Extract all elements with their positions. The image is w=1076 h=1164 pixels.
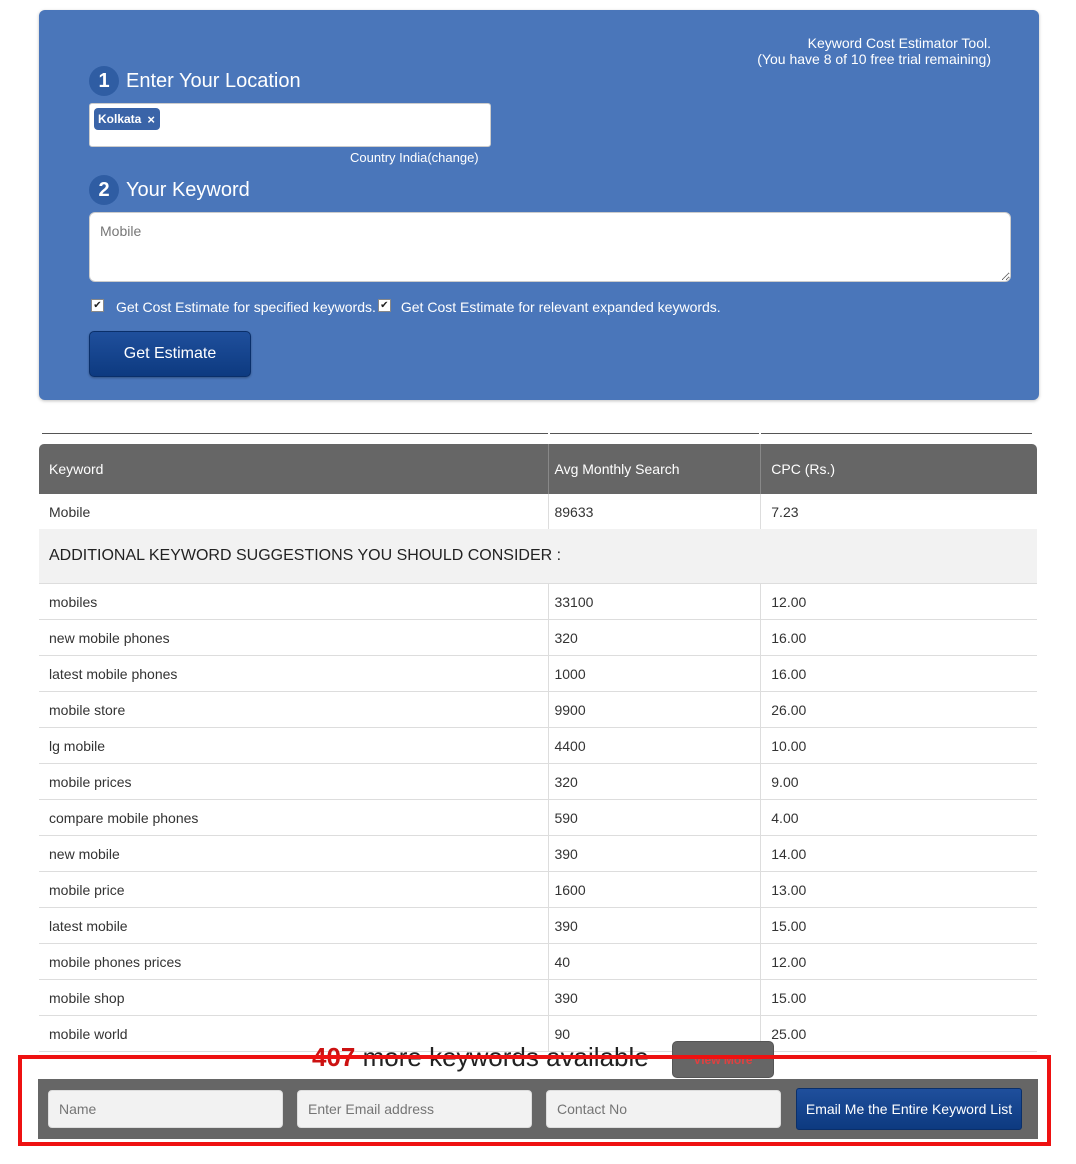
country-selector: Country India(change) bbox=[350, 150, 479, 165]
cell-cpc: 16.00 bbox=[771, 665, 807, 682]
cell-cpc: 14.00 bbox=[771, 845, 807, 862]
cell-keyword: Mobile bbox=[39, 494, 550, 529]
cell-search: 1600 bbox=[549, 872, 762, 907]
contact-input[interactable] bbox=[546, 1090, 781, 1128]
header-avg-monthly-search: Avg Monthly Search bbox=[549, 444, 762, 494]
country-label: Country India bbox=[350, 150, 428, 165]
table-row: mobile phones prices 40 12.00 bbox=[39, 944, 1037, 980]
suggestion-rows: mobiles 33100 12.00 new mobile phones 320 16.… bbox=[39, 584, 1037, 1052]
location-tag: Kolkata × bbox=[94, 108, 160, 130]
cell-keyword: mobile phones prices bbox=[39, 944, 550, 979]
trial-remaining: (You have 8 of 10 free trial remaining) bbox=[757, 51, 991, 67]
step-number-1: 1 bbox=[89, 66, 119, 96]
cell-keyword: mobile price bbox=[39, 872, 550, 907]
divider-line bbox=[42, 433, 548, 434]
specified-keywords-label: Get Cost Estimate for specified keywords… bbox=[116, 299, 376, 315]
table-row: mobile store 9900 26.00 bbox=[39, 692, 1037, 728]
cell-cpc: 15.00 bbox=[771, 989, 807, 1006]
cell-cpc: 4.00 bbox=[771, 809, 799, 826]
header-cpc: CPC (Rs.) bbox=[771, 461, 836, 477]
results-table: Keyword Avg Monthly Search CPC (Rs.) Mob… bbox=[39, 444, 1037, 1052]
cell-cpc: 26.00 bbox=[771, 701, 807, 718]
cell-search: 390 bbox=[549, 980, 762, 1015]
keyword-input[interactable]: Mobile bbox=[89, 212, 1011, 282]
location-tag-label: Kolkata bbox=[98, 112, 142, 126]
cell-keyword: mobile store bbox=[39, 692, 550, 727]
cell-search: 9900 bbox=[549, 692, 762, 727]
more-keywords-label: more keywords available bbox=[355, 1042, 649, 1072]
cell-cpc: 12.00 bbox=[771, 593, 807, 610]
location-input[interactable]: Kolkata × bbox=[89, 103, 491, 147]
cell-keyword: new mobile phones bbox=[39, 620, 550, 655]
cell-search: 390 bbox=[549, 836, 762, 871]
table-row: mobiles 33100 12.00 bbox=[39, 584, 1037, 620]
table-row: mobile prices 320 9.00 bbox=[39, 764, 1037, 800]
location-step-header: 1 Enter Your Location bbox=[89, 66, 301, 96]
table-row: mobile shop 390 15.00 bbox=[39, 980, 1037, 1016]
table-row-main: Mobile 89633 7.23 bbox=[39, 494, 1037, 529]
table-header: Keyword Avg Monthly Search CPC (Rs.) bbox=[39, 444, 1037, 494]
cell-keyword: mobiles bbox=[39, 584, 550, 619]
cell-search: 1000 bbox=[549, 656, 762, 691]
location-label: Enter Your Location bbox=[126, 69, 301, 92]
cell-search: 390 bbox=[549, 908, 762, 943]
table-row: mobile price 1600 13.00 bbox=[39, 872, 1037, 908]
table-row: new mobile 390 14.00 bbox=[39, 836, 1037, 872]
cell-keyword: latest mobile phones bbox=[39, 656, 550, 691]
cell-cpc: 25.00 bbox=[771, 1025, 807, 1042]
cell-keyword: latest mobile bbox=[39, 908, 550, 943]
cell-search: 4400 bbox=[549, 728, 762, 763]
get-estimate-button[interactable]: Get Estimate bbox=[89, 331, 251, 377]
email-input[interactable] bbox=[297, 1090, 532, 1128]
cell-keyword: new mobile bbox=[39, 836, 550, 871]
cell-keyword: lg mobile bbox=[39, 728, 550, 763]
suggestions-heading: ADDITIONAL KEYWORD SUGGESTIONS YOU SHOUL… bbox=[39, 529, 1037, 584]
cell-cpc: 13.00 bbox=[771, 881, 807, 898]
tool-info: Keyword Cost Estimator Tool. (You have 8… bbox=[757, 35, 991, 67]
table-row: new mobile phones 320 16.00 bbox=[39, 620, 1037, 656]
view-more-button[interactable]: View More bbox=[672, 1041, 774, 1078]
cell-keyword: compare mobile phones bbox=[39, 800, 550, 835]
cell-keyword: mobile shop bbox=[39, 980, 550, 1015]
more-keywords-count: 407 bbox=[312, 1042, 356, 1072]
cell-cpc: 10.00 bbox=[771, 737, 807, 754]
estimator-panel: Keyword Cost Estimator Tool. (You have 8… bbox=[39, 10, 1039, 400]
change-country-link[interactable]: (change) bbox=[427, 150, 478, 165]
divider-line bbox=[761, 433, 1032, 434]
cell-search: 40 bbox=[549, 944, 762, 979]
more-keywords-text: 407 more keywords available bbox=[312, 1040, 649, 1074]
table-row: lg mobile 4400 10.00 bbox=[39, 728, 1037, 764]
cell-cpc: 7.23 bbox=[771, 503, 799, 520]
tool-title: Keyword Cost Estimator Tool. bbox=[807, 35, 991, 51]
keyword-step-header: 2 Your Keyword bbox=[89, 175, 250, 205]
header-keyword: Keyword bbox=[39, 444, 550, 494]
name-input[interactable] bbox=[48, 1090, 283, 1128]
table-row: latest mobile phones 1000 16.00 bbox=[39, 656, 1037, 692]
cell-search: 89633 bbox=[549, 494, 762, 529]
table-row: compare mobile phones 590 4.00 bbox=[39, 800, 1037, 836]
cell-cpc: 16.00 bbox=[771, 629, 807, 646]
cell-search: 33100 bbox=[549, 584, 762, 619]
cell-cpc: 12.00 bbox=[771, 953, 807, 970]
expanded-keywords-checkbox[interactable]: ✔ bbox=[377, 298, 391, 312]
table-row: latest mobile 390 15.00 bbox=[39, 908, 1037, 944]
cell-search: 320 bbox=[549, 620, 762, 655]
cell-cpc: 15.00 bbox=[771, 917, 807, 934]
divider-line bbox=[550, 433, 759, 434]
keyword-label: Your Keyword bbox=[126, 178, 250, 201]
email-form: Email Me the Entire Keyword List bbox=[38, 1079, 1038, 1139]
expanded-keywords-label: Get Cost Estimate for relevant expanded … bbox=[400, 299, 721, 315]
remove-tag-icon[interactable]: × bbox=[147, 112, 155, 127]
cell-keyword: mobile prices bbox=[39, 764, 550, 799]
estimate-options: ✔ Get Cost Estimate for specified keywor… bbox=[91, 298, 721, 315]
cell-search: 320 bbox=[549, 764, 762, 799]
step-number-2: 2 bbox=[89, 175, 119, 205]
specified-keywords-checkbox[interactable]: ✔ bbox=[91, 298, 104, 312]
cell-search: 590 bbox=[549, 800, 762, 835]
cell-cpc: 9.00 bbox=[771, 773, 799, 790]
email-keyword-list-button[interactable]: Email Me the Entire Keyword List bbox=[796, 1088, 1022, 1130]
